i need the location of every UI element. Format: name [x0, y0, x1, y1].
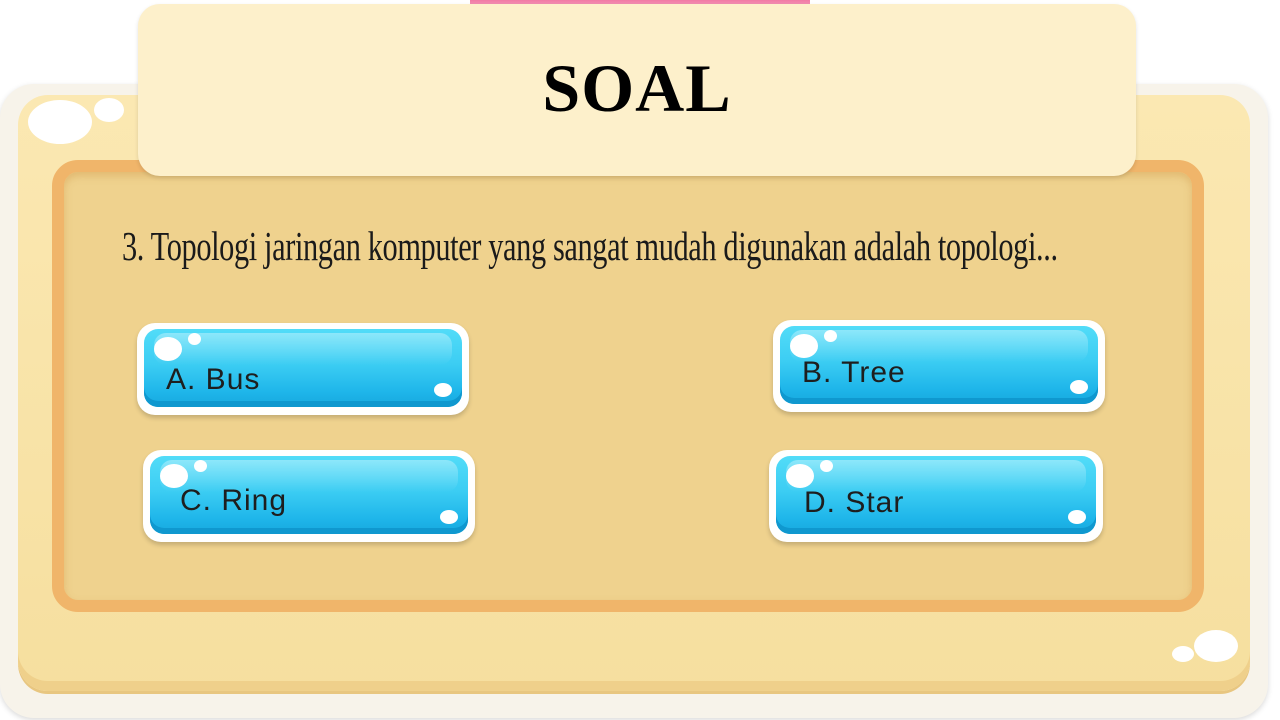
bubble-icon [790, 334, 818, 358]
answer-button-face: C. Ring [150, 456, 468, 534]
answer-button-face: A. Bus [144, 329, 462, 407]
bubble-icon [824, 330, 837, 342]
question-text: 3. Topologi jaringan komputer yang sanga… [122, 223, 1058, 269]
answer-label: C. Ring [180, 484, 288, 517]
bubble-icon [1068, 510, 1086, 524]
bubble-icon [434, 383, 452, 397]
answer-button-c[interactable]: C. Ring [143, 450, 475, 542]
answer-button-face: D. Star [776, 456, 1096, 534]
title-card: SOAL [138, 4, 1136, 176]
bubble-decoration [1194, 630, 1238, 662]
bubble-decoration [28, 100, 92, 144]
answer-label: A. Bus [166, 363, 261, 396]
answer-button-face: B. Tree [780, 326, 1098, 404]
quiz-screen: SOAL 3. Topologi jaringan komputer yang … [0, 0, 1280, 720]
bubble-icon [154, 337, 182, 361]
bubble-icon [786, 464, 814, 488]
bubble-icon [820, 460, 833, 472]
bubble-icon [1070, 380, 1088, 394]
answer-button-b[interactable]: B. Tree [773, 320, 1105, 412]
answer-button-a[interactable]: A. Bus [137, 323, 469, 415]
bubble-decoration [94, 98, 124, 122]
bubble-icon [194, 460, 207, 472]
answer-button-d[interactable]: D. Star [769, 450, 1103, 542]
answer-label: B. Tree [802, 356, 906, 389]
answer-label: D. Star [804, 486, 905, 519]
bubble-icon [440, 510, 458, 524]
bubble-decoration [1172, 646, 1194, 662]
page-title: SOAL [542, 50, 732, 126]
bubble-icon [188, 333, 201, 345]
